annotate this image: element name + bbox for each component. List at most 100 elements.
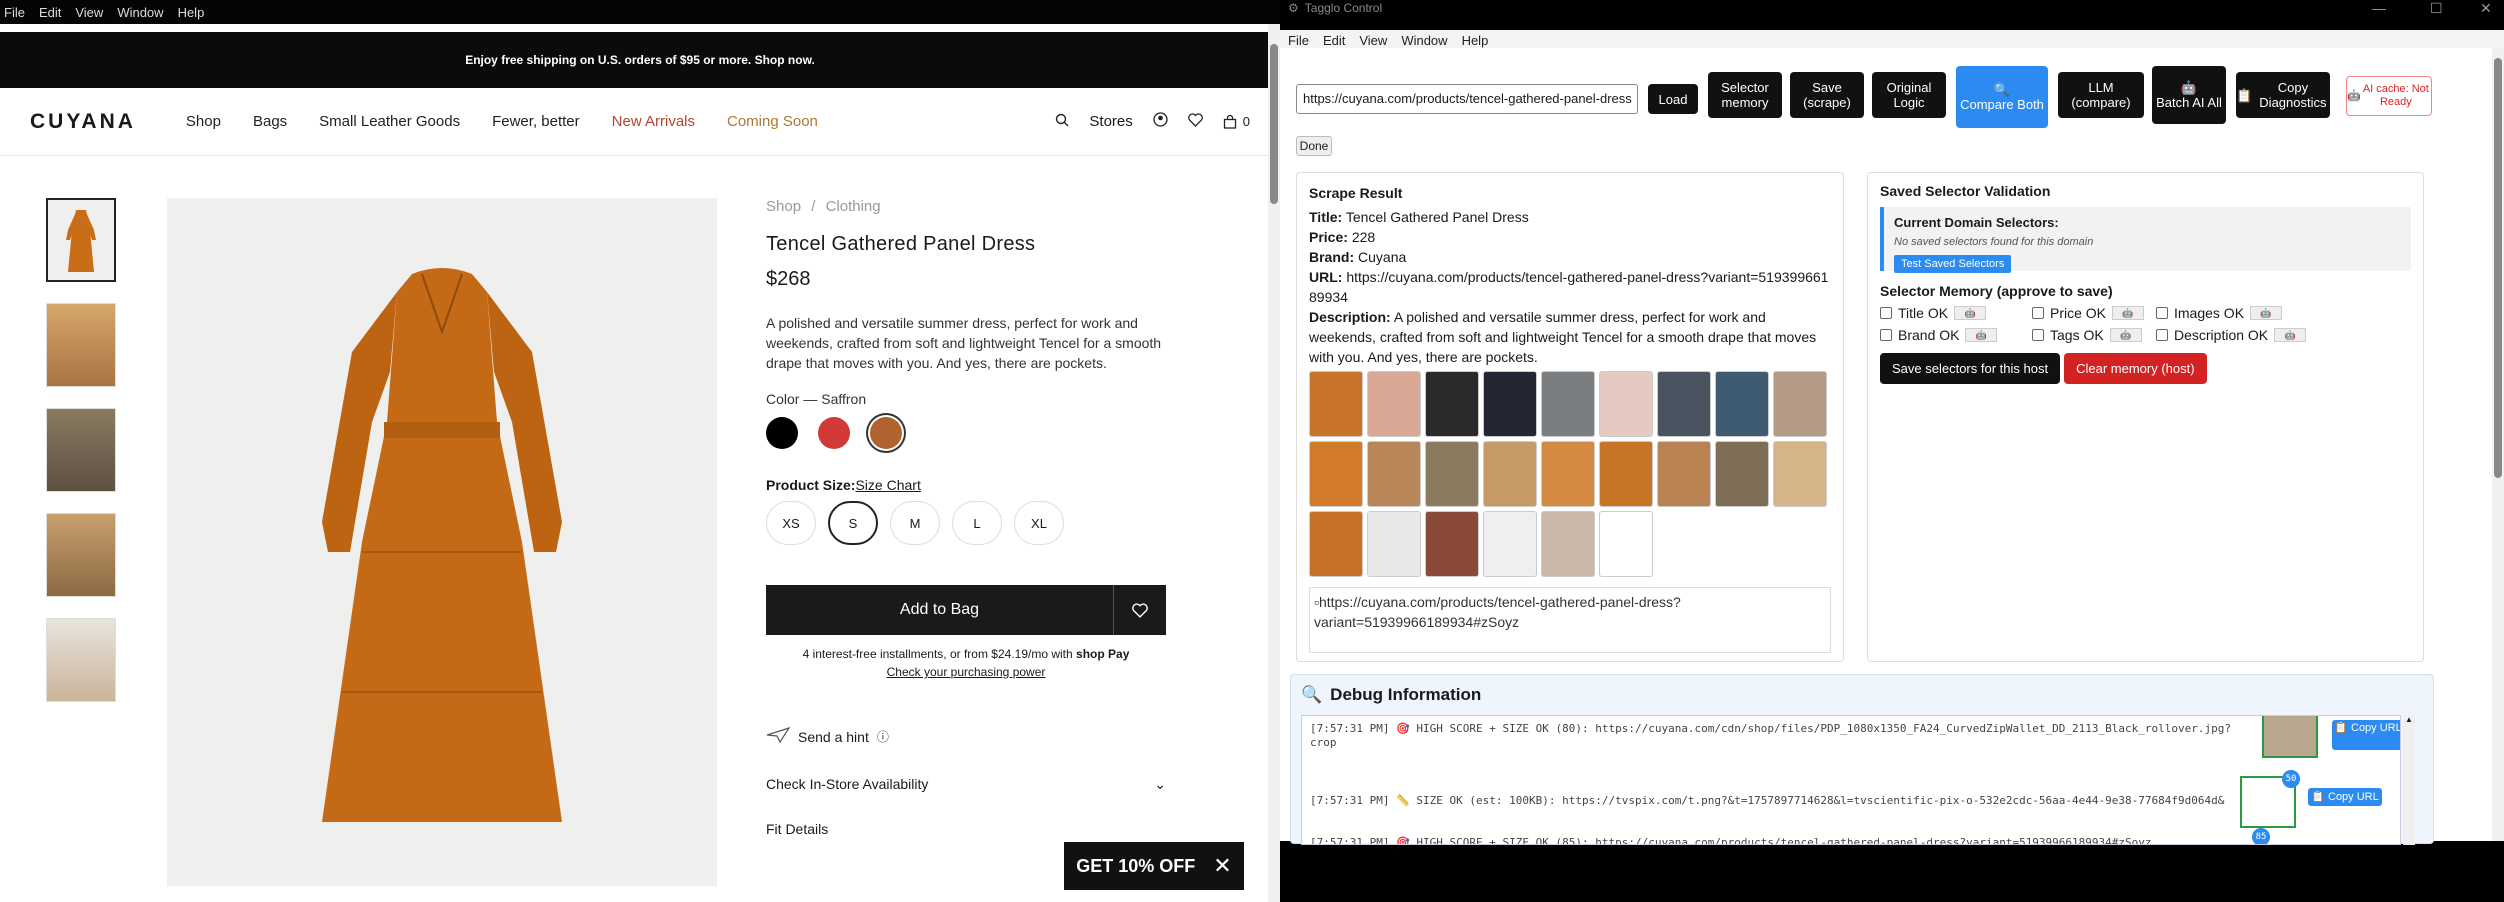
check-title[interactable]: Title OK 🤖 xyxy=(1880,305,2032,321)
check-tags[interactable]: Tags OK 🤖 xyxy=(2032,327,2156,343)
original-logic-button[interactable]: Original Logic xyxy=(1872,72,1946,118)
check-images[interactable]: Images OK 🤖 xyxy=(2156,305,2326,321)
checkbox[interactable] xyxy=(1880,329,1892,341)
nav-new-arrivals[interactable]: New Arrivals xyxy=(612,113,695,130)
check-brand[interactable]: Brand OK 🤖 xyxy=(1880,327,2032,343)
clear-memory-button[interactable]: Clear memory (host) xyxy=(2064,353,2207,384)
close-icon[interactable]: ✕ xyxy=(1213,853,1231,879)
nav-fewer-better[interactable]: Fewer, better xyxy=(492,113,580,130)
size-xl[interactable]: XL xyxy=(1014,501,1064,545)
menu-help[interactable]: Help xyxy=(178,5,205,20)
scraped-image[interactable] xyxy=(1773,441,1827,507)
menu-view[interactable]: View xyxy=(1359,33,1387,48)
scraped-image[interactable] xyxy=(1483,441,1537,507)
scraped-image[interactable] xyxy=(1367,371,1421,437)
scraped-image[interactable] xyxy=(1541,441,1595,507)
done-button[interactable]: Done xyxy=(1296,136,1332,156)
log-scrollbar[interactable]: ▲ xyxy=(2403,715,2415,845)
scraped-image[interactable] xyxy=(1483,371,1537,437)
scraped-image[interactable] xyxy=(1715,441,1769,507)
scrollbar-thumb[interactable] xyxy=(1270,44,1278,204)
checkbox[interactable] xyxy=(2032,329,2044,341)
checkbox[interactable] xyxy=(1880,307,1892,319)
compare-both-button[interactable]: 🔍 Compare Both xyxy=(1956,66,2048,128)
maximize-icon[interactable]: ☐ xyxy=(2430,0,2443,17)
bag-icon[interactable]: 0 xyxy=(1223,114,1250,129)
info-icon[interactable]: ⓘ xyxy=(877,728,889,745)
heart-icon[interactable] xyxy=(1187,112,1203,131)
search-icon[interactable] xyxy=(1055,113,1069,131)
add-to-bag-button[interactable]: Add to Bag xyxy=(766,585,1114,635)
scraped-image[interactable] xyxy=(1309,441,1363,507)
thumbnail[interactable] xyxy=(46,198,116,282)
send-hint[interactable]: Send a hint ⓘ xyxy=(766,726,1166,746)
size-s[interactable]: S xyxy=(828,501,878,545)
menu-window[interactable]: Window xyxy=(1401,33,1447,48)
logo[interactable]: CUYANA xyxy=(30,110,136,134)
scraped-image[interactable] xyxy=(1367,511,1421,577)
minimize-icon[interactable]: — xyxy=(2372,0,2386,16)
nav-bags[interactable]: Bags xyxy=(253,113,287,130)
swatch-black[interactable] xyxy=(766,417,798,449)
scraped-image[interactable] xyxy=(1309,371,1363,437)
copy-diagnostics-button[interactable]: 📋 Copy Diagnostics xyxy=(2236,72,2330,118)
scraped-image[interactable] xyxy=(1367,441,1421,507)
test-saved-selectors-button[interactable]: Test Saved Selectors xyxy=(1894,255,2012,273)
scraped-image[interactable] xyxy=(1425,511,1479,577)
menu-view[interactable]: View xyxy=(75,5,103,20)
thumbnail[interactable] xyxy=(46,513,116,597)
scraped-image[interactable] xyxy=(1425,441,1479,507)
scrollbar[interactable] xyxy=(1268,24,1280,902)
scraped-image[interactable] xyxy=(1425,371,1479,437)
stores-link[interactable]: Stores xyxy=(1089,113,1132,130)
scraped-image[interactable] xyxy=(1541,371,1595,437)
check-description[interactable]: Description OK 🤖 xyxy=(2156,327,2326,343)
check-price[interactable]: Price OK 🤖 xyxy=(2032,305,2156,321)
scraped-image[interactable] xyxy=(1657,441,1711,507)
discount-popup[interactable]: GET 10% OFF ✕ xyxy=(1064,842,1244,890)
menu-edit[interactable]: Edit xyxy=(39,5,61,20)
breadcrumb-clothing[interactable]: Clothing xyxy=(826,198,881,215)
nav-shop[interactable]: Shop xyxy=(186,113,221,130)
accordion-fit-details[interactable]: Fit Details xyxy=(766,821,1166,837)
scraped-image[interactable] xyxy=(1715,371,1769,437)
size-m[interactable]: M xyxy=(890,501,940,545)
scraped-image[interactable] xyxy=(1599,441,1653,507)
menu-edit[interactable]: Edit xyxy=(1323,33,1345,48)
scrollbar[interactable] xyxy=(2492,48,2504,841)
save-scrape-button[interactable]: Save (scrape) xyxy=(1790,72,1864,118)
checkbox[interactable] xyxy=(2156,329,2168,341)
scraped-image[interactable] xyxy=(1773,371,1827,437)
scraped-image[interactable] xyxy=(1483,511,1537,577)
save-selectors-button[interactable]: Save selectors for this host xyxy=(1880,353,2061,384)
selector-memory-button[interactable]: Selector memory xyxy=(1708,72,1782,118)
wishlist-heart-icon[interactable] xyxy=(1114,585,1166,635)
accordion-in-store[interactable]: Check In-Store Availability ⌄ xyxy=(766,776,1166,793)
product-main-image[interactable] xyxy=(167,198,717,886)
size-l[interactable]: L xyxy=(952,501,1002,545)
breadcrumb-shop[interactable]: Shop xyxy=(766,198,801,215)
nav-small-leather-goods[interactable]: Small Leather Goods xyxy=(319,113,460,130)
size-chart-link[interactable]: Size Chart xyxy=(855,477,920,493)
nav-coming-soon[interactable]: Coming Soon xyxy=(727,113,818,130)
swatch-red[interactable] xyxy=(818,417,850,449)
copy-url-button[interactable]: 📋 Copy URL xyxy=(2332,720,2400,750)
scrollbar-thumb[interactable] xyxy=(2494,58,2502,478)
size-xs[interactable]: XS xyxy=(766,501,816,545)
batch-ai-button[interactable]: 🤖 Batch AI All xyxy=(2152,66,2226,124)
scraped-image[interactable] xyxy=(1599,511,1653,577)
thumbnail[interactable] xyxy=(46,408,116,492)
copy-url-button[interactable]: 📋 Copy URL xyxy=(2308,788,2382,806)
thumbnail[interactable] xyxy=(46,618,116,702)
swatch-saffron[interactable] xyxy=(870,417,902,449)
menu-file[interactable]: File xyxy=(4,5,25,20)
scraped-image[interactable] xyxy=(1541,511,1595,577)
scroll-up-icon[interactable]: ▲ xyxy=(2403,715,2415,724)
thumbnail[interactable] xyxy=(46,303,116,387)
llm-compare-button[interactable]: LLM (compare) xyxy=(2058,72,2144,118)
promo-banner[interactable]: Enjoy free shipping on U.S. orders of $9… xyxy=(0,32,1280,88)
checkbox[interactable] xyxy=(2156,307,2168,319)
menu-help[interactable]: Help xyxy=(1462,33,1489,48)
scraped-image[interactable] xyxy=(1599,371,1653,437)
url-input[interactable]: https://cuyana.com/products/tencel-gathe… xyxy=(1296,84,1638,114)
